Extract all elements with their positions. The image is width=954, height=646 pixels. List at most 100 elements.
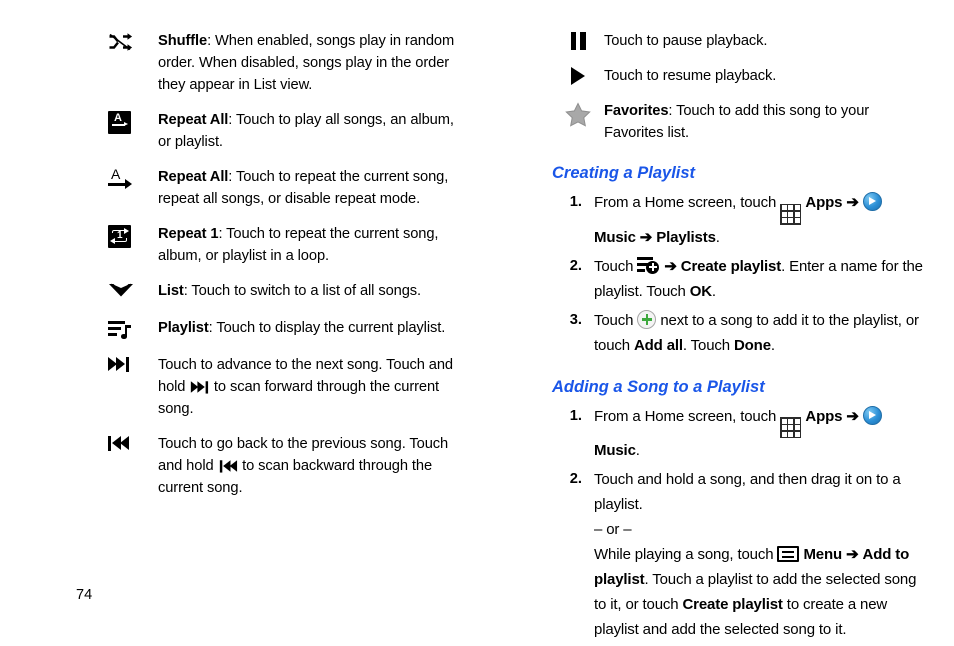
right-control-rows: Touch to pause playback. Touch to resume… xyxy=(552,30,924,144)
step-segment: Touch xyxy=(594,311,638,329)
repeat-one-icon: 1 xyxy=(108,223,158,248)
control-term: List xyxy=(158,283,184,299)
control-description: Repeat All: Touch to play all songs, an … xyxy=(158,109,460,153)
step-item: 2. Touch and hold a song, and then drag … xyxy=(552,467,924,642)
menu-label: Menu xyxy=(803,546,843,564)
control-description: List: Touch to switch to a list of all s… xyxy=(158,280,460,302)
star-icon xyxy=(552,100,604,127)
step-tail: . xyxy=(711,282,716,300)
step-segment: . Touch xyxy=(682,336,734,354)
step-segment: Touch xyxy=(594,257,638,275)
play-icon xyxy=(552,65,604,89)
shuffle-icon xyxy=(108,30,158,54)
step-text: Touch ➔ Create playlist. Enter a name fo… xyxy=(594,254,924,304)
section-heading-creating-a-playlist: Creating a Playlist xyxy=(552,164,696,182)
step-text: Touch next to a song to add it to the pl… xyxy=(594,308,924,358)
step-item: 3. Touch next to a song to add it to the… xyxy=(552,308,924,358)
create-playlist-label: Create playlist xyxy=(680,257,782,275)
create-playlist-label: Create playlist xyxy=(682,596,783,614)
next-track-icon-inline xyxy=(191,380,209,394)
playlists-label: Playlists xyxy=(656,228,716,246)
arrow-icon: ➔ xyxy=(846,194,859,211)
control-text: Touch to pause playback. xyxy=(604,33,768,49)
control-description: Touch to advance to the next song. Touch… xyxy=(158,354,460,420)
apps-label: Apps xyxy=(805,407,843,425)
step-number: 2. xyxy=(569,257,582,274)
control-row-favorites: Favorites: Touch to add this song to you… xyxy=(552,100,924,144)
create-playlist-icon xyxy=(637,256,660,275)
step-tail: . xyxy=(715,228,720,246)
control-term: Shuffle xyxy=(158,33,208,49)
or-separator: – or – xyxy=(594,521,632,539)
step-number: 1. xyxy=(569,194,582,210)
step-number: 3. xyxy=(569,311,582,328)
step-segment: From a Home screen, touch xyxy=(594,194,781,211)
control-text: : Touch to switch to a list of all songs… xyxy=(183,283,421,299)
manual-page: Shuffle: When enabled, songs play in ran… xyxy=(0,0,954,638)
control-description: Touch to go back to the previous song. T… xyxy=(158,433,460,499)
step-tail: . xyxy=(770,336,775,354)
ok-label: OK xyxy=(689,282,712,300)
music-label: Music xyxy=(594,228,636,246)
control-term: Favorites xyxy=(604,103,669,119)
control-row-next-track: Touch to advance to the next song. Touch… xyxy=(108,354,460,420)
step-number: 1. xyxy=(569,407,582,424)
right-column: Touch to pause playback. Touch to resume… xyxy=(552,30,924,646)
next-track-icon xyxy=(108,354,158,378)
step-item: 2. Touch ➔ Create playlist. Enter a name… xyxy=(552,254,924,304)
step-segment: Touch and hold a song, and then drag it … xyxy=(594,471,901,514)
playlist-icon xyxy=(108,317,158,341)
section-heading-adding-a-song-to-a-playlist: Adding a Song to a Playlist xyxy=(552,377,765,396)
control-row-playlist: Playlist: Touch to display the current p… xyxy=(108,317,460,341)
control-term: Playlist xyxy=(158,320,209,336)
control-description: Favorites: Touch to add this song to you… xyxy=(604,100,924,144)
control-description: Repeat All: Touch to repeat the current … xyxy=(158,166,460,210)
control-text: : Touch to display the current playlist. xyxy=(208,320,446,336)
done-label: Done xyxy=(733,336,771,354)
apps-icon xyxy=(780,203,802,225)
step-number: 2. xyxy=(569,471,582,488)
arrow-icon: ➔ xyxy=(846,407,859,425)
previous-track-icon-inline xyxy=(219,459,237,472)
music-icon xyxy=(862,192,882,211)
music-icon xyxy=(862,405,882,425)
control-text: Touch to resume playback. xyxy=(604,68,777,84)
arrow-icon: ➔ xyxy=(846,546,859,564)
page-number: 74 xyxy=(76,587,93,603)
control-row-repeat-all: A Repeat All: Touch to repeat the curren… xyxy=(108,166,460,210)
control-term: Repeat 1 xyxy=(158,226,219,242)
chevron-down-icon xyxy=(108,280,158,304)
add-all-label: Add all xyxy=(633,336,683,354)
apps-label: Apps xyxy=(805,194,843,211)
add-icon xyxy=(637,309,657,329)
arrow-icon: ➔ xyxy=(664,257,677,275)
control-row-repeat-all-box: A Repeat All: Touch to play all songs, a… xyxy=(108,109,460,153)
control-description: Touch to pause playback. xyxy=(604,30,924,52)
step-text: From a Home screen, touch Apps ➔ Music. xyxy=(594,404,924,464)
arrow-icon: ➔ xyxy=(639,228,653,246)
control-row-repeat-one: 1 Repeat 1: Touch to repeat the current … xyxy=(108,223,460,267)
music-label: Music xyxy=(594,442,636,460)
control-description: Repeat 1: Touch to repeat the current so… xyxy=(158,223,460,267)
step-tail: . xyxy=(635,442,640,460)
control-description: Touch to resume playback. xyxy=(604,65,924,87)
control-description: Playlist: Touch to display the current p… xyxy=(158,317,460,339)
step-item: 1. From a Home screen, touch Apps ➔ Musi… xyxy=(552,404,924,464)
control-row-pause: Touch to pause playback. xyxy=(552,30,924,54)
step-text: From a Home screen, touch Apps ➔ Music ➔… xyxy=(594,190,924,250)
repeat-all-box-icon: A xyxy=(108,109,158,134)
step-segment: From a Home screen, touch xyxy=(594,407,781,425)
menu-icon xyxy=(777,546,800,563)
steps-adding-a-song-to-a-playlist: 1. From a Home screen, touch Apps ➔ Musi… xyxy=(552,404,924,643)
step-segment: While playing a song, touch xyxy=(594,546,778,564)
previous-track-icon xyxy=(108,433,158,457)
control-row-list: List: Touch to switch to a list of all s… xyxy=(108,280,460,304)
apps-icon xyxy=(780,417,802,439)
control-row-shuffle: Shuffle: When enabled, songs play in ran… xyxy=(108,30,460,96)
control-term: Repeat All xyxy=(158,112,229,128)
repeat-all-icon: A xyxy=(108,166,158,192)
control-term: Repeat All xyxy=(158,169,229,185)
left-column: Shuffle: When enabled, songs play in ran… xyxy=(108,30,460,512)
step-item: 1. From a Home screen, touch Apps ➔ Musi… xyxy=(552,190,924,250)
steps-creating-a-playlist: 1. From a Home screen, touch Apps ➔ Musi… xyxy=(552,190,924,358)
